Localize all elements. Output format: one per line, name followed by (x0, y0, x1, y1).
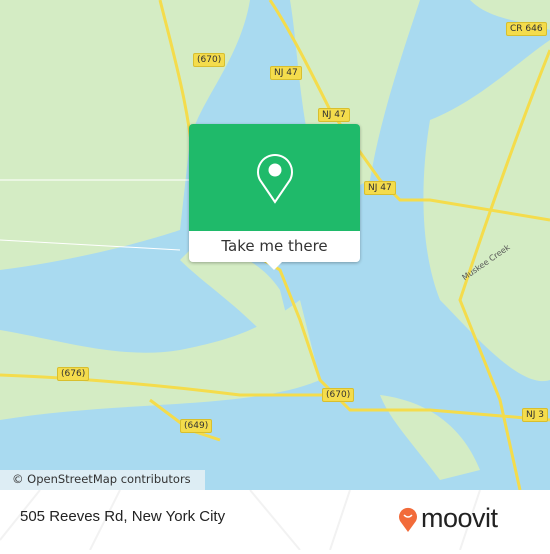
map-pin-icon (256, 153, 293, 204)
attribution[interactable]: © OpenStreetMap contributors (0, 470, 205, 490)
road-shield: NJ 47 (270, 66, 302, 80)
road-shield: NJ 47 (318, 108, 350, 122)
road-shield: (676) (57, 367, 90, 381)
moovit-logo[interactable]: moovit (398, 503, 498, 534)
take-me-there-button[interactable]: Take me there (189, 231, 360, 262)
road-shield: NJ 3 (522, 408, 548, 422)
brand-name: moovit (421, 503, 498, 533)
popup-tail (265, 261, 283, 270)
road-shield: (649) (180, 419, 213, 433)
road-shield: (670) (322, 388, 355, 402)
popup: Take me there (189, 124, 360, 262)
road-shield: NJ 47 (364, 181, 396, 195)
moovit-pin-icon (399, 507, 417, 532)
road-shield: CR 646 (506, 22, 547, 36)
popup-header (189, 124, 360, 231)
road-shield: (670) (193, 53, 226, 67)
address: 505 Reeves Rd, New York City (20, 508, 226, 525)
